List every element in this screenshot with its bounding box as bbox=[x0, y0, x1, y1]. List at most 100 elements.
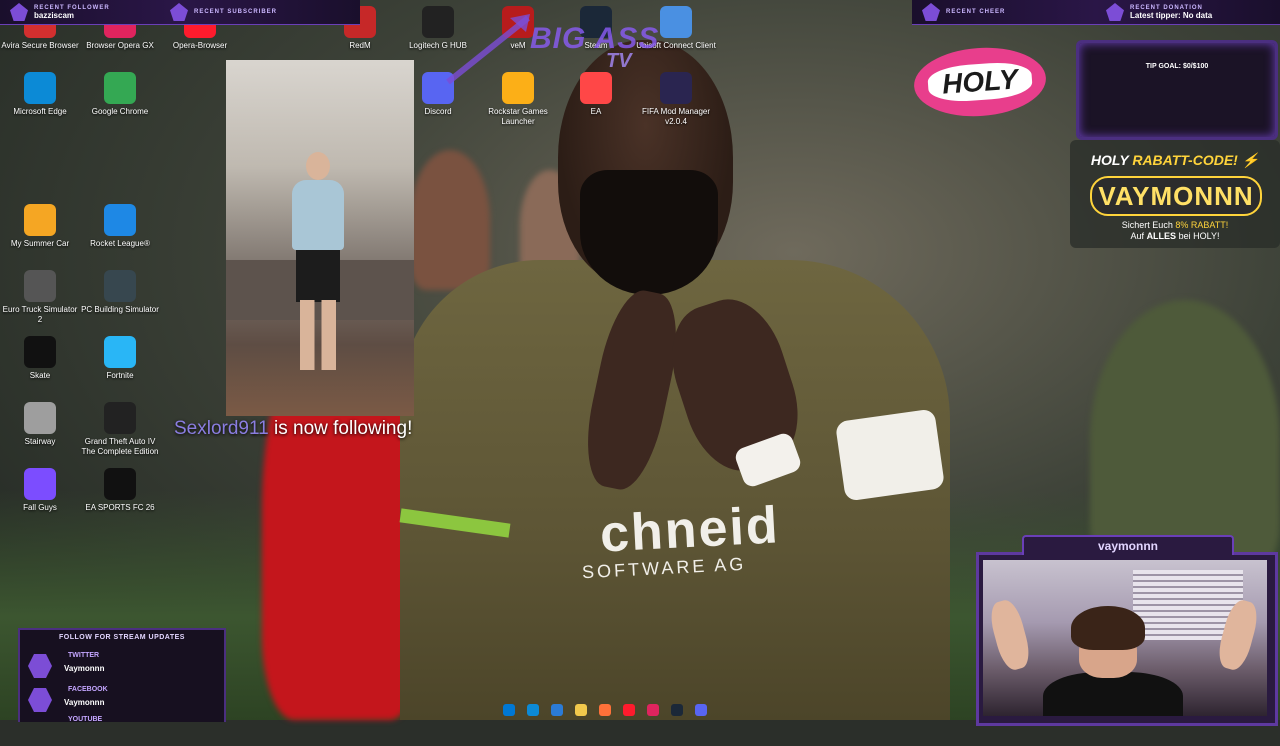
discount-description: Sichert Euch 8% RABATT! Auf ALLES bei HO… bbox=[1070, 220, 1280, 242]
desktop-icon[interactable]: Fortnite bbox=[80, 336, 160, 381]
facebook-icon bbox=[28, 688, 52, 712]
firefox-icon[interactable] bbox=[599, 704, 611, 716]
desktop-icon-label: RedM bbox=[349, 41, 371, 50]
photo-person bbox=[286, 150, 350, 380]
opera-gx-icon[interactable] bbox=[647, 704, 659, 716]
desktop-icon-label: Microsoft Edge bbox=[13, 107, 67, 116]
steam-icon[interactable] bbox=[671, 704, 683, 716]
fall-guys-icon bbox=[24, 468, 56, 500]
desktop-icon-label: Rocket League® bbox=[90, 239, 150, 248]
desktop-icon[interactable]: FIFA Mod Manager v2.0.4 bbox=[636, 72, 716, 127]
channel-logo-line1: BIG ASS bbox=[530, 22, 660, 55]
store-icon[interactable] bbox=[551, 704, 563, 716]
desktop-icon-label: PC Building Simulator bbox=[81, 305, 159, 314]
ets2-icon bbox=[24, 270, 56, 302]
subscriber-star-icon bbox=[170, 3, 188, 21]
desktop-icon[interactable]: Skate bbox=[0, 336, 80, 381]
desktop-icon[interactable]: Microsoft Edge bbox=[0, 72, 80, 117]
windows-start-icon[interactable] bbox=[503, 704, 515, 716]
social-follow-panel: FOLLOW FOR STREAM UPDATES TWITTER Vaymon… bbox=[18, 628, 226, 723]
follow-alert-message: is now following! bbox=[274, 418, 413, 439]
desktop-icon-label: Browser Opera GX bbox=[86, 41, 154, 50]
discount-line1-lead: Sichert Euch bbox=[1121, 220, 1173, 230]
follower-star-icon bbox=[10, 3, 28, 21]
desktop-icon-label: Fortnite bbox=[106, 371, 134, 380]
rocket-league-icon bbox=[104, 204, 136, 236]
desktop-icon-label: FIFA Mod Manager v2.0.4 bbox=[641, 107, 711, 126]
recent-follower-value: bazziscam bbox=[34, 10, 75, 20]
channel-logo: BIG ASS TV bbox=[520, 16, 690, 76]
social-twitter: TWITTER Vaymonnn bbox=[20, 650, 224, 682]
discount-line1-pct: 8% RABATT! bbox=[1175, 220, 1229, 230]
desktop-icon[interactable]: Stairway bbox=[0, 402, 80, 447]
recent-donation-value: Latest tipper: No data bbox=[1130, 10, 1213, 20]
webcam-arm-left bbox=[986, 597, 1034, 673]
tip-goal-text: TIP GOAL: $0/$100 bbox=[1145, 63, 1209, 70]
file-explorer-icon[interactable] bbox=[575, 704, 587, 716]
recent-donation-label: RECENT DONATION bbox=[1130, 4, 1203, 11]
mm-icon bbox=[660, 72, 692, 104]
desktop-icon-label: My Summer Car bbox=[10, 239, 70, 248]
twitter-icon bbox=[28, 654, 52, 678]
desktop-icon[interactable]: Euro Truck Simulator 2 bbox=[0, 270, 80, 325]
social-network-name: TWITTER bbox=[68, 652, 100, 659]
desktop-icon-label: Stairway bbox=[24, 437, 56, 446]
discount-code-box: HOLY RABATT-CODE! ⚡ VAYMONNN Sichert Euc… bbox=[1070, 140, 1280, 248]
desktop-icon-label: Grand Theft Auto IV The Complete Edition bbox=[81, 437, 159, 456]
discount-line2-bold: ALLES bbox=[1146, 231, 1177, 241]
fc26-icon bbox=[104, 468, 136, 500]
discount-line2-tail: bei HOLY! bbox=[1178, 231, 1220, 241]
social-username: Vaymonnn bbox=[64, 698, 105, 707]
follow-panel-header: FOLLOW FOR STREAM UPDATES bbox=[59, 634, 185, 641]
skate-icon bbox=[24, 336, 56, 368]
recent-subscriber-slot: RECENT SUBSCRIBER bbox=[160, 0, 350, 24]
desktop-icon-label: Avira Secure Browser bbox=[1, 41, 79, 50]
player-beard bbox=[580, 170, 718, 295]
gta4-icon bbox=[104, 402, 136, 434]
taskbar bbox=[240, 700, 970, 720]
social-youtube: YOUTUBE bbox=[20, 714, 224, 746]
discount-title-lead: HOLY bbox=[1090, 152, 1129, 168]
donation-star-icon bbox=[1106, 3, 1124, 21]
recent-cheer-label: RECENT CHEER bbox=[946, 9, 1006, 15]
opera-icon[interactable] bbox=[623, 704, 635, 716]
recent-subscriber-label: RECENT SUBSCRIBER bbox=[194, 9, 278, 15]
lightning-icon: ⚡ bbox=[1241, 152, 1260, 168]
desktop-icon[interactable]: PC Building Simulator bbox=[80, 270, 160, 315]
edge-icon[interactable] bbox=[527, 704, 539, 716]
social-facebook: FACEBOOK Vaymonnn bbox=[20, 684, 224, 716]
desktop-icon[interactable]: Google Chrome bbox=[80, 72, 160, 117]
discount-code: VAYMONNN bbox=[1090, 176, 1262, 216]
discount-line2-lead: Auf bbox=[1130, 231, 1145, 241]
desktop-icon[interactable]: EA bbox=[556, 72, 636, 117]
desktop-icon-label: Skate bbox=[29, 371, 51, 380]
webcam-torso bbox=[1043, 672, 1183, 716]
pc-building-icon bbox=[104, 270, 136, 302]
desktop-icon[interactable]: Fall Guys bbox=[0, 468, 80, 513]
jersey-sponsor-text: chneid bbox=[598, 496, 781, 564]
discount-code-title: HOLY RABATT-CODE! ⚡ bbox=[1070, 152, 1280, 169]
tip-goal-box: TIP GOAL: $0/$100 bbox=[1076, 40, 1278, 140]
desktop-icon-label: Google Chrome bbox=[91, 107, 149, 116]
desktop-icon-label: Opera-Browser bbox=[172, 41, 228, 50]
webcam-streamer-name: vaymonnn bbox=[1022, 535, 1234, 555]
discord-icon[interactable] bbox=[695, 704, 707, 716]
desktop-icon-label: Euro Truck Simulator 2 bbox=[2, 305, 78, 324]
desktop-icon-label: EA bbox=[590, 107, 602, 116]
desktop-icon[interactable]: Rocket League® bbox=[80, 204, 160, 249]
desktop-icon[interactable]: Grand Theft Auto IV The Complete Edition bbox=[80, 402, 160, 457]
stairway-icon bbox=[24, 402, 56, 434]
desktop-icon-label: Fall Guys bbox=[23, 503, 57, 512]
desktop-icon[interactable]: My Summer Car bbox=[0, 204, 80, 249]
photo-viewer-window[interactable] bbox=[226, 60, 414, 416]
edge-icon bbox=[24, 72, 56, 104]
webcam-hair bbox=[1071, 606, 1145, 650]
desktop-icon[interactable]: EA SPORTS FC 26 bbox=[80, 468, 160, 513]
social-network-name: FACEBOOK bbox=[68, 686, 108, 693]
chrome-icon bbox=[104, 72, 136, 104]
fortnite-icon bbox=[104, 336, 136, 368]
cheer-star-icon bbox=[922, 3, 940, 21]
holy-logo-text: HOLY bbox=[927, 60, 1033, 104]
channel-logo-line2: TV bbox=[606, 50, 632, 72]
msc-icon bbox=[24, 204, 56, 236]
